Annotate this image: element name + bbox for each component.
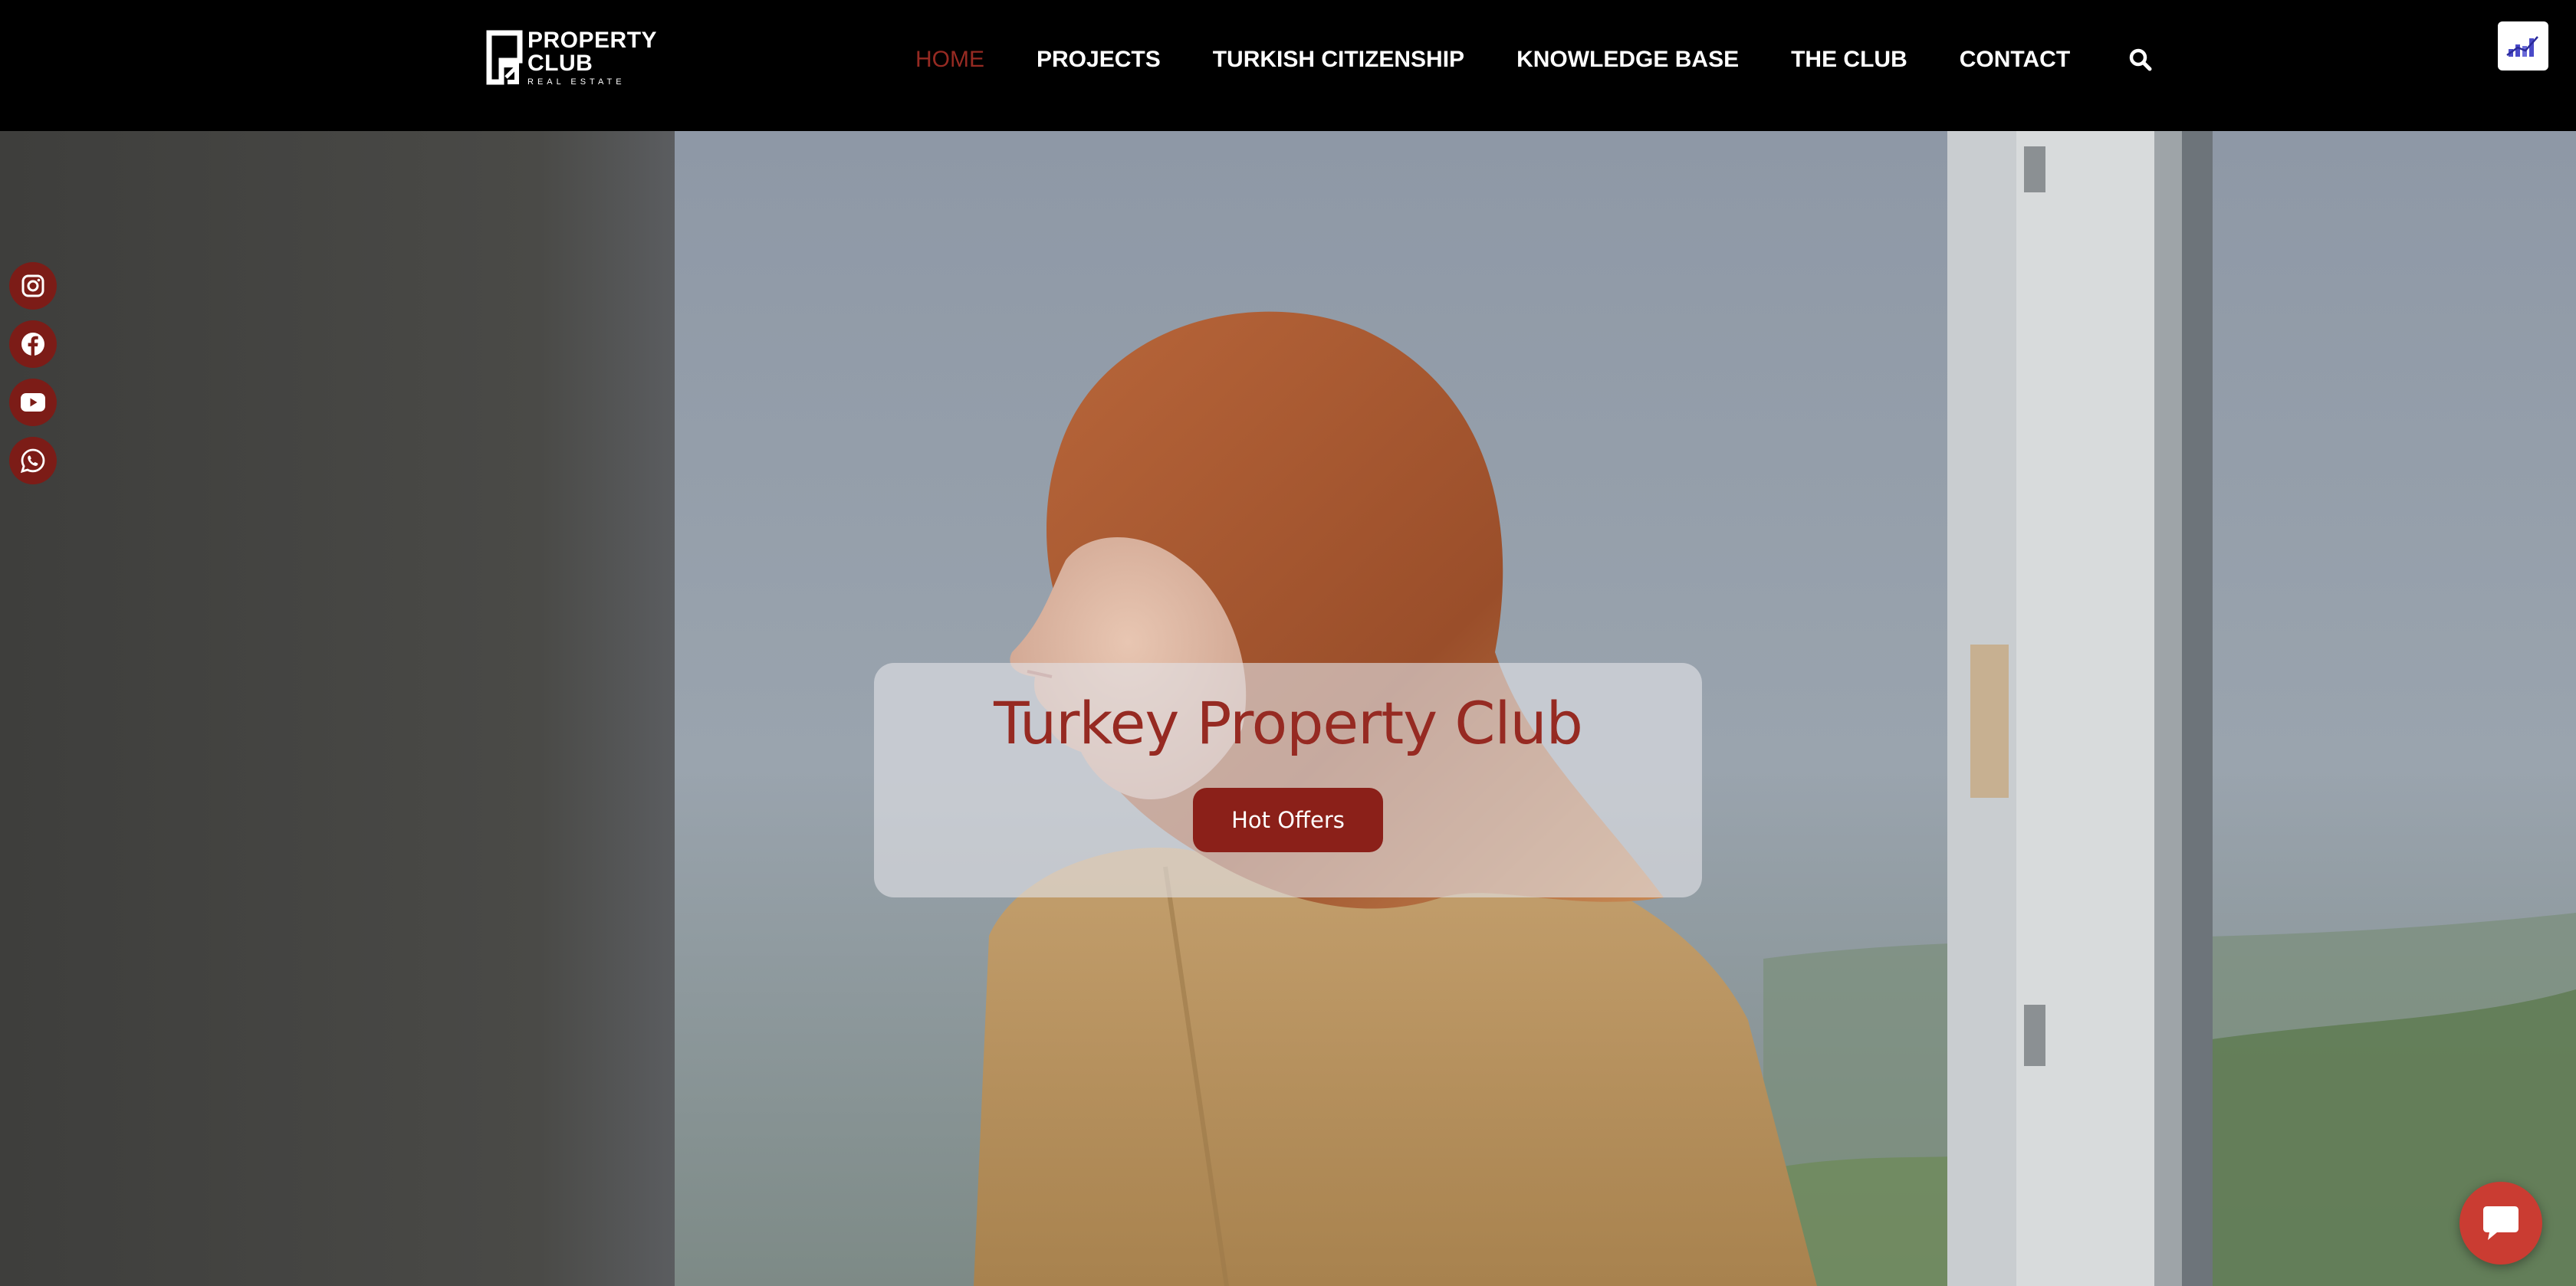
hot-offers-button[interactable]: Hot Offers <box>1193 788 1383 852</box>
instagram-icon <box>21 274 44 297</box>
nav-item-contact[interactable]: CONTACT <box>1960 47 2070 73</box>
site-logo[interactable]: PROPERTY CLUB REAL ESTATE <box>486 28 657 86</box>
nav-item-the-club[interactable]: THE CLUB <box>1791 47 1907 73</box>
whatsapp-icon <box>20 448 45 474</box>
live-chat-button[interactable] <box>2459 1182 2542 1265</box>
nav-item-home[interactable]: HOME <box>915 47 984 73</box>
social-links <box>9 262 57 495</box>
chart-bars-icon <box>2506 36 2538 57</box>
nav-item-knowledge-base[interactable]: KNOWLEDGE BASE <box>1516 47 1739 73</box>
logo-line-property: PROPERTY <box>527 27 658 53</box>
facebook-link[interactable] <box>9 320 57 368</box>
logo-mark-icon <box>486 30 523 85</box>
logo-line-real-estate: REAL ESTATE <box>527 77 626 87</box>
hero-title: Turkey Property Club <box>994 689 1583 757</box>
analytics-widget-button[interactable] <box>2498 21 2548 71</box>
youtube-link[interactable] <box>9 379 57 426</box>
site-header: PROPERTY CLUB REAL ESTATE HOME PROJECTS … <box>0 0 2576 131</box>
nav-item-projects[interactable]: PROJECTS <box>1037 47 1161 73</box>
logo-line-club: CLUB <box>527 50 593 76</box>
hero-section: Turkey Property Club Hot Offers <box>0 131 2576 1286</box>
search-icon[interactable] <box>2125 44 2156 75</box>
whatsapp-link[interactable] <box>9 437 57 484</box>
hero-card: Turkey Property Club Hot Offers <box>874 663 1702 897</box>
instagram-link[interactable] <box>9 262 57 310</box>
facebook-icon <box>21 333 44 356</box>
youtube-icon <box>21 393 45 412</box>
nav-item-turkish-citizenship[interactable]: TURKISH CITIZENSHIP <box>1213 47 1464 73</box>
main-nav: HOME PROJECTS TURKISH CITIZENSHIP KNOWLE… <box>889 38 2156 81</box>
chat-bubble-icon <box>2483 1206 2518 1240</box>
logo-text: PROPERTY CLUB REAL ESTATE <box>527 27 658 87</box>
